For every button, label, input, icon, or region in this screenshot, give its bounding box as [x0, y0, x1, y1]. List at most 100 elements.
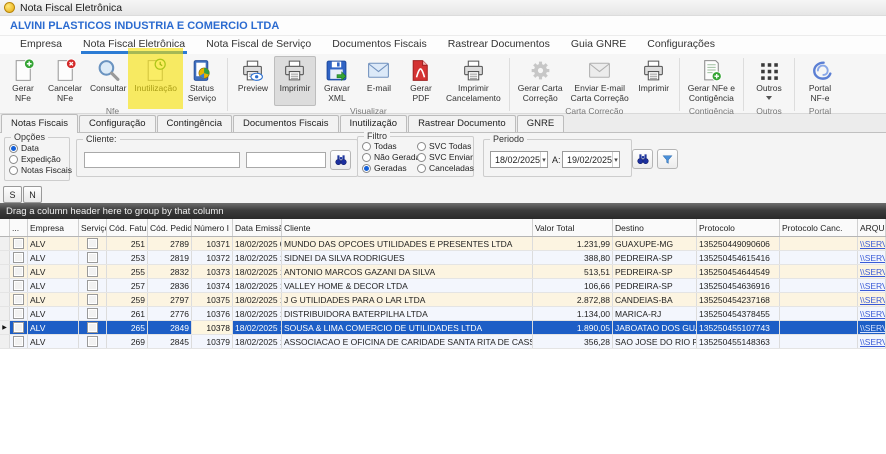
cell-dots[interactable]: [10, 293, 28, 306]
table-row[interactable]: ALV26928451037918/02/2025 17ASSOCIACAO E…: [0, 335, 886, 349]
checkbox[interactable]: [87, 308, 98, 319]
menu-tab-guia-gnre[interactable]: Guia GNRE: [571, 36, 626, 54]
cell-servico[interactable]: [79, 307, 107, 320]
filter-funnel-button[interactable]: [657, 149, 678, 169]
arquivo-link[interactable]: \\SERVID: [860, 281, 886, 291]
cell-arquivo[interactable]: \\SERVID: [858, 335, 886, 348]
checkbox[interactable]: [87, 294, 98, 305]
cell-arquivo[interactable]: \\SERVID: [858, 321, 886, 334]
column-header-protocolo[interactable]: Protocolo: [697, 219, 780, 236]
cell-servico[interactable]: [79, 237, 107, 250]
menu-tab-nota-fiscal-de-servico[interactable]: Nota Fiscal de Serviço: [206, 36, 311, 54]
cell-dots[interactable]: [10, 335, 28, 348]
checkbox[interactable]: [87, 266, 98, 277]
table-row[interactable]: ALV25728361037418/02/2025 15VALLEY HOME …: [0, 279, 886, 293]
radio-geradas[interactable]: Geradas: [362, 163, 413, 173]
tab-inutilizacao[interactable]: Inutilização: [340, 115, 408, 132]
tab-documentos-fiscais[interactable]: Documentos Fiscais: [233, 115, 339, 132]
tab-configuracao[interactable]: Configuração: [79, 115, 156, 132]
arquivo-link[interactable]: \\SERVID: [860, 239, 886, 249]
checkbox[interactable]: [13, 308, 24, 319]
imprimir-cancelamento-button[interactable]: Imprimir Cancelamento: [442, 56, 505, 106]
column-header-dots[interactable]: ...: [10, 219, 28, 236]
period-search-button[interactable]: [632, 149, 653, 169]
arquivo-link[interactable]: \\SERVID: [860, 253, 886, 263]
checkbox[interactable]: [87, 252, 98, 263]
menu-tab-empresa[interactable]: Empresa: [20, 36, 62, 54]
checkbox[interactable]: [13, 322, 24, 333]
table-row[interactable]: ALV25927971037518/02/2025 15J G UTILIDAD…: [0, 293, 886, 307]
cancelar-nfe-button[interactable]: Cancelar NFe: [44, 56, 86, 106]
column-header-cliente[interactable]: Cliente: [282, 219, 533, 236]
column-header-emissao[interactable]: Data Emissão: [233, 219, 282, 236]
table-row[interactable]: ALV25528321037318/02/2025 15ANTONIO MARC…: [0, 265, 886, 279]
arquivo-link[interactable]: \\SERVID: [860, 337, 886, 347]
menu-tab-nota-fiscal-eletronica[interactable]: Nota Fiscal Eletrônica: [83, 36, 185, 54]
column-header-arquivo[interactable]: ARQUIVO: [858, 219, 886, 236]
menu-tab-documentos-fiscais[interactable]: Documentos Fiscais: [332, 36, 427, 54]
column-header-pedido[interactable]: Cód. Pedido: [148, 219, 192, 236]
cell-dots[interactable]: [10, 251, 28, 264]
cell-arquivo[interactable]: \\SERVID: [858, 265, 886, 278]
cell-servico[interactable]: [79, 335, 107, 348]
cliente-search-button[interactable]: [330, 150, 351, 170]
status-servico-button[interactable]: Status Serviço: [181, 56, 223, 106]
imprimir-carta-button[interactable]: Imprimir: [633, 56, 675, 106]
radio-svc-todas[interactable]: SVC Todas: [417, 141, 471, 151]
checkbox[interactable]: [13, 280, 24, 291]
cell-arquivo[interactable]: \\SERVID: [858, 237, 886, 250]
cell-servico[interactable]: [79, 279, 107, 292]
table-row[interactable]: ▶ALV26528491037818/02/2025 16SOUSA & LIM…: [0, 321, 886, 335]
column-header-valor[interactable]: Valor Total: [533, 219, 613, 236]
checkbox[interactable]: [13, 294, 24, 305]
radio-canceladas[interactable]: Canceladas: [417, 163, 471, 173]
radio-nao-geradas[interactable]: Não Geradas: [362, 152, 413, 162]
checkbox[interactable]: [87, 322, 98, 333]
table-row[interactable]: ALV25328191037218/02/2025 15SIDNEI DA SI…: [0, 251, 886, 265]
checkbox[interactable]: [13, 266, 24, 277]
checkbox[interactable]: [13, 238, 24, 249]
period-to-select[interactable]: 19/02/2025 ▾: [562, 151, 620, 168]
preview-button[interactable]: Preview: [232, 56, 274, 106]
radio-svc-enviar[interactable]: SVC Enviar: [417, 152, 471, 162]
radio-todas[interactable]: Todas: [362, 141, 413, 151]
radio-notas-fiscais[interactable]: Notas Fiscais: [9, 165, 69, 175]
column-header-numero[interactable]: Número I▲: [192, 219, 233, 236]
period-from-select[interactable]: 18/02/2025 ▾: [490, 151, 548, 168]
checkbox[interactable]: [87, 336, 98, 347]
gerar-nfe-button[interactable]: Gerar NFe: [2, 56, 44, 106]
n-button[interactable]: N: [23, 186, 42, 203]
tab-contingencia[interactable]: Contingência: [157, 115, 232, 132]
cell-dots[interactable]: [10, 321, 28, 334]
cliente-code-input[interactable]: [84, 152, 240, 168]
cell-servico[interactable]: [79, 293, 107, 306]
tab-gnre[interactable]: GNRE: [517, 115, 564, 132]
cell-servico[interactable]: [79, 321, 107, 334]
tab-notas-fiscais[interactable]: Notas Fiscais: [1, 114, 78, 133]
cell-arquivo[interactable]: \\SERVID: [858, 293, 886, 306]
cell-dots[interactable]: [10, 237, 28, 250]
portal-nfe-button[interactable]: Portal NF-e: [799, 56, 841, 106]
inutilizacao-button[interactable]: Inutilização: [130, 56, 181, 106]
checkbox[interactable]: [13, 336, 24, 347]
table-row[interactable]: ALV25127891037118/02/2025 08MUNDO DAS OP…: [0, 237, 886, 251]
gerar-nfe-contigencia-button[interactable]: Gerar NFe e Contigência: [684, 56, 739, 106]
cell-arquivo[interactable]: \\SERVID: [858, 279, 886, 292]
cell-dots[interactable]: [10, 265, 28, 278]
tab-rastrear-documento[interactable]: Rastrear Documento: [408, 115, 516, 132]
checkbox[interactable]: [13, 252, 24, 263]
cell-arquivo[interactable]: \\SERVID: [858, 251, 886, 264]
column-header-protocolo_canc[interactable]: Protocolo Canc.: [780, 219, 858, 236]
column-header-destino[interactable]: Destino: [613, 219, 697, 236]
arquivo-link[interactable]: \\SERVID: [860, 295, 886, 305]
group-by-bar[interactable]: Drag a column header here to group by th…: [0, 203, 886, 219]
cell-servico[interactable]: [79, 251, 107, 264]
column-header-empresa[interactable]: Empresa: [28, 219, 79, 236]
imprimir-button[interactable]: Imprimir: [274, 56, 316, 106]
arquivo-link[interactable]: \\SERVID: [860, 323, 886, 333]
consultar-button[interactable]: Consultar: [86, 56, 130, 106]
cell-arquivo[interactable]: \\SERVID: [858, 307, 886, 320]
menu-tab-rastrear-documentos[interactable]: Rastrear Documentos: [448, 36, 550, 54]
arquivo-link[interactable]: \\SERVID: [860, 309, 886, 319]
column-header-fatura[interactable]: Cód. Fatura: [107, 219, 148, 236]
